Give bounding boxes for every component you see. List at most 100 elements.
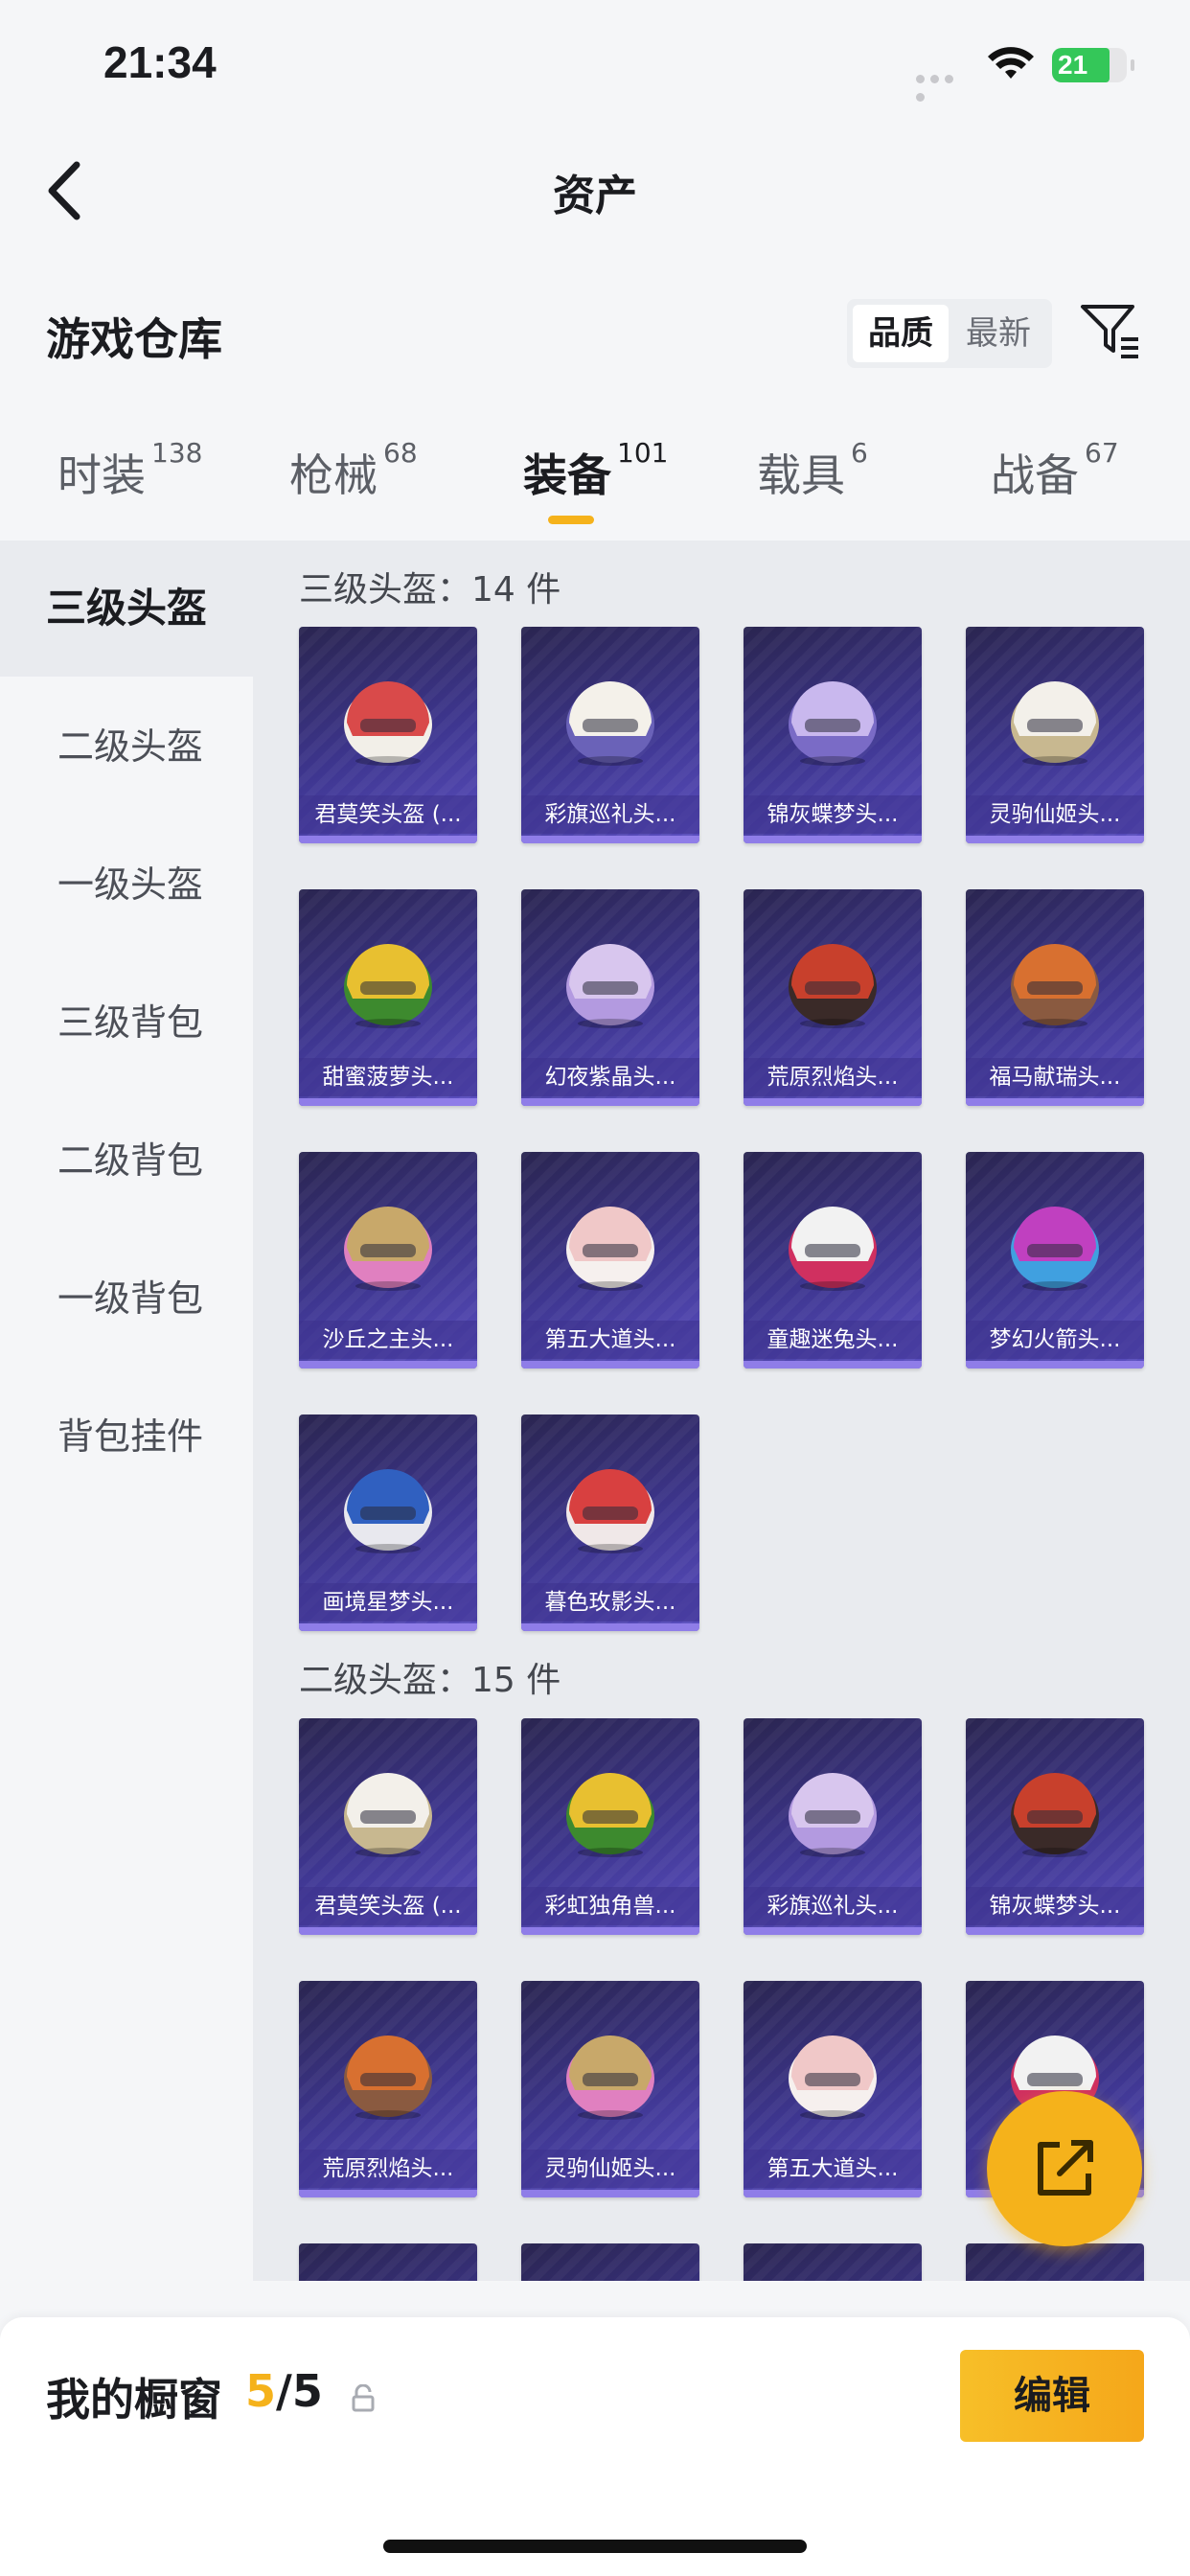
item-card[interactable] [744, 2243, 922, 2281]
helmet-icon [1011, 944, 1099, 1028]
helmet-icon [1011, 1207, 1099, 1291]
item-name: 梦幻火箭头... [966, 1321, 1144, 1359]
item-name: 幻夜紫晶头... [521, 1058, 699, 1096]
helmet-icon [344, 1207, 432, 1291]
signal-icon [916, 69, 972, 102]
helmet-icon [566, 681, 654, 766]
sidebar-item-backpack-charm[interactable]: 背包挂件 [0, 1368, 253, 1505]
page-title: 资产 [553, 172, 637, 220]
item-name: 甜蜜菠萝头... [299, 1058, 477, 1096]
helmet-icon [789, 2036, 877, 2120]
status-time: 21:34 [103, 37, 217, 87]
status-bar: 21:34 21 [0, 0, 1190, 125]
showcase-count: 5/5 [245, 2365, 323, 2417]
item-name: 彩虹独角兽... [521, 1887, 699, 1925]
item-card[interactable]: 第五大道头... [521, 1152, 699, 1368]
showcase-title: 我的橱窗 [46, 2374, 222, 2426]
item-card[interactable]: 梦幻火箭头... [966, 1152, 1144, 1368]
sort-quality-button[interactable]: 品质 [853, 305, 949, 362]
item-card[interactable]: 君莫笑头盔 (... [299, 1718, 477, 1935]
item-card[interactable]: 沙丘之主头... [299, 1152, 477, 1368]
item-name: 锦灰蝶梦头... [744, 795, 922, 834]
item-card[interactable]: 灵驹仙姬头... [521, 1981, 699, 2197]
item-card[interactable] [966, 2243, 1144, 2281]
helmet-icon [566, 1207, 654, 1291]
item-name: 锦灰蝶梦头... [966, 1887, 1144, 1925]
item-card[interactable]: 画境星梦头... [299, 1414, 477, 1631]
item-card[interactable]: 锦灰蝶梦头... [966, 1718, 1144, 1935]
helmet-icon [344, 2036, 432, 2120]
sidebar-item-level1-backpack[interactable]: 一级背包 [0, 1230, 253, 1367]
item-name: 君莫笑头盔 (... [299, 795, 477, 834]
helmet-icon [566, 2036, 654, 2120]
item-card[interactable] [299, 2243, 477, 2281]
sidebar-item-level2-backpack[interactable]: 二级背包 [0, 1092, 253, 1229]
item-card[interactable]: 幻夜紫晶头... [521, 889, 699, 1106]
helmet-icon [344, 681, 432, 766]
item-card[interactable]: 灵驹仙姬头... [966, 627, 1144, 843]
share-icon [1038, 2140, 1093, 2196]
item-card[interactable]: 彩旗巡礼头... [521, 627, 699, 843]
item-name: 荒原烈焰头... [299, 2150, 477, 2188]
share-button[interactable] [987, 2091, 1142, 2246]
item-name: 画境星梦头... [299, 1583, 477, 1622]
tab-equipment[interactable]: 装备 101 [523, 437, 668, 504]
item-name: 第五大道头... [744, 2150, 922, 2188]
battery-icon: 21 [1052, 48, 1134, 82]
item-name: 暮色玫影头... [521, 1583, 699, 1622]
group-title-level3: 三级头盔：14 件 [299, 570, 561, 610]
sidebar: 三级头盔 二级头盔 一级头盔 三级背包 二级背包 一级背包 背包挂件 [0, 540, 253, 2281]
item-card[interactable]: 荒原烈焰头... [744, 889, 922, 1106]
warehouse-header: 游戏仓库 品质 最新 [0, 288, 1190, 383]
item-name: 荒原烈焰头... [744, 1058, 922, 1096]
item-card[interactable]: 荒原烈焰头... [299, 1981, 477, 2197]
helmet-icon [789, 1207, 877, 1291]
item-card[interactable]: 彩虹独角兽... [521, 1718, 699, 1935]
helmet-icon [344, 944, 432, 1028]
tab-vehicles[interactable]: 载具 6 [757, 437, 868, 504]
item-grid: 三级头盔：14 件 二级头盔：15 件 君莫笑头盔 (... 彩旗巡礼头... 锦灰… [253, 540, 1190, 2281]
group-title-level2: 二级头盔：15 件 [299, 1661, 561, 1700]
category-tabs: 时装 138 枪械 68 装备 101 载具 6 战备 67 [0, 437, 1190, 537]
sidebar-item-level1-helmet[interactable]: 一级头盔 [0, 816, 253, 953]
section-title: 游戏仓库 [46, 313, 222, 365]
item-card[interactable] [521, 2243, 699, 2281]
item-card[interactable]: 福马献瑞头... [966, 889, 1144, 1106]
helmet-icon [566, 944, 654, 1028]
sort-segment: 品质 最新 [847, 299, 1052, 368]
item-card[interactable]: 锦灰蝶梦头... [744, 627, 922, 843]
item-card[interactable]: 君莫笑头盔 (... [299, 627, 477, 843]
item-card[interactable]: 暮色玫影头... [521, 1414, 699, 1631]
item-card[interactable]: 彩旗巡礼头... [744, 1718, 922, 1935]
item-name: 君莫笑头盔 (... [299, 1887, 477, 1925]
item-name: 彩旗巡礼头... [744, 1887, 922, 1925]
sidebar-item-level3-helmet[interactable]: 三级头盔 [0, 540, 253, 677]
item-card[interactable]: 童趣迷兔头... [744, 1152, 922, 1368]
helmet-icon [789, 681, 877, 766]
tab-gear[interactable]: 战备 67 [991, 437, 1119, 504]
battery-level: 21 [1058, 50, 1088, 80]
active-tab-indicator [548, 516, 594, 524]
item-name: 童趣迷兔头... [744, 1321, 922, 1359]
item-card[interactable]: 第五大道头... [744, 1981, 922, 2197]
item-name: 沙丘之主头... [299, 1321, 477, 1359]
item-name: 第五大道头... [521, 1321, 699, 1359]
helmet-icon [344, 1469, 432, 1553]
filter-icon[interactable] [1079, 301, 1140, 362]
helmet-icon [1011, 1773, 1099, 1857]
item-name: 灵驹仙姬头... [521, 2150, 699, 2188]
item-name: 灵驹仙姬头... [966, 795, 1144, 834]
item-name: 福马献瑞头... [966, 1058, 1144, 1096]
sidebar-item-level3-backpack[interactable]: 三级背包 [0, 954, 253, 1091]
item-card[interactable]: 甜蜜菠萝头... [299, 889, 477, 1106]
home-indicator [383, 2540, 807, 2553]
helmet-icon [566, 1773, 654, 1857]
sidebar-item-level2-helmet[interactable]: 二级头盔 [0, 678, 253, 815]
sort-newest-button[interactable]: 最新 [950, 305, 1046, 362]
showcase-footer: 我的橱窗 5/5 编辑 [0, 2317, 1190, 2576]
tab-fashion[interactable]: 时装 138 [57, 437, 202, 504]
item-name: 彩旗巡礼头... [521, 795, 699, 834]
tab-weapons[interactable]: 枪械 68 [289, 437, 418, 504]
navigation-bar: 资产 [0, 144, 1190, 240]
edit-button[interactable]: 编辑 [960, 2350, 1144, 2442]
